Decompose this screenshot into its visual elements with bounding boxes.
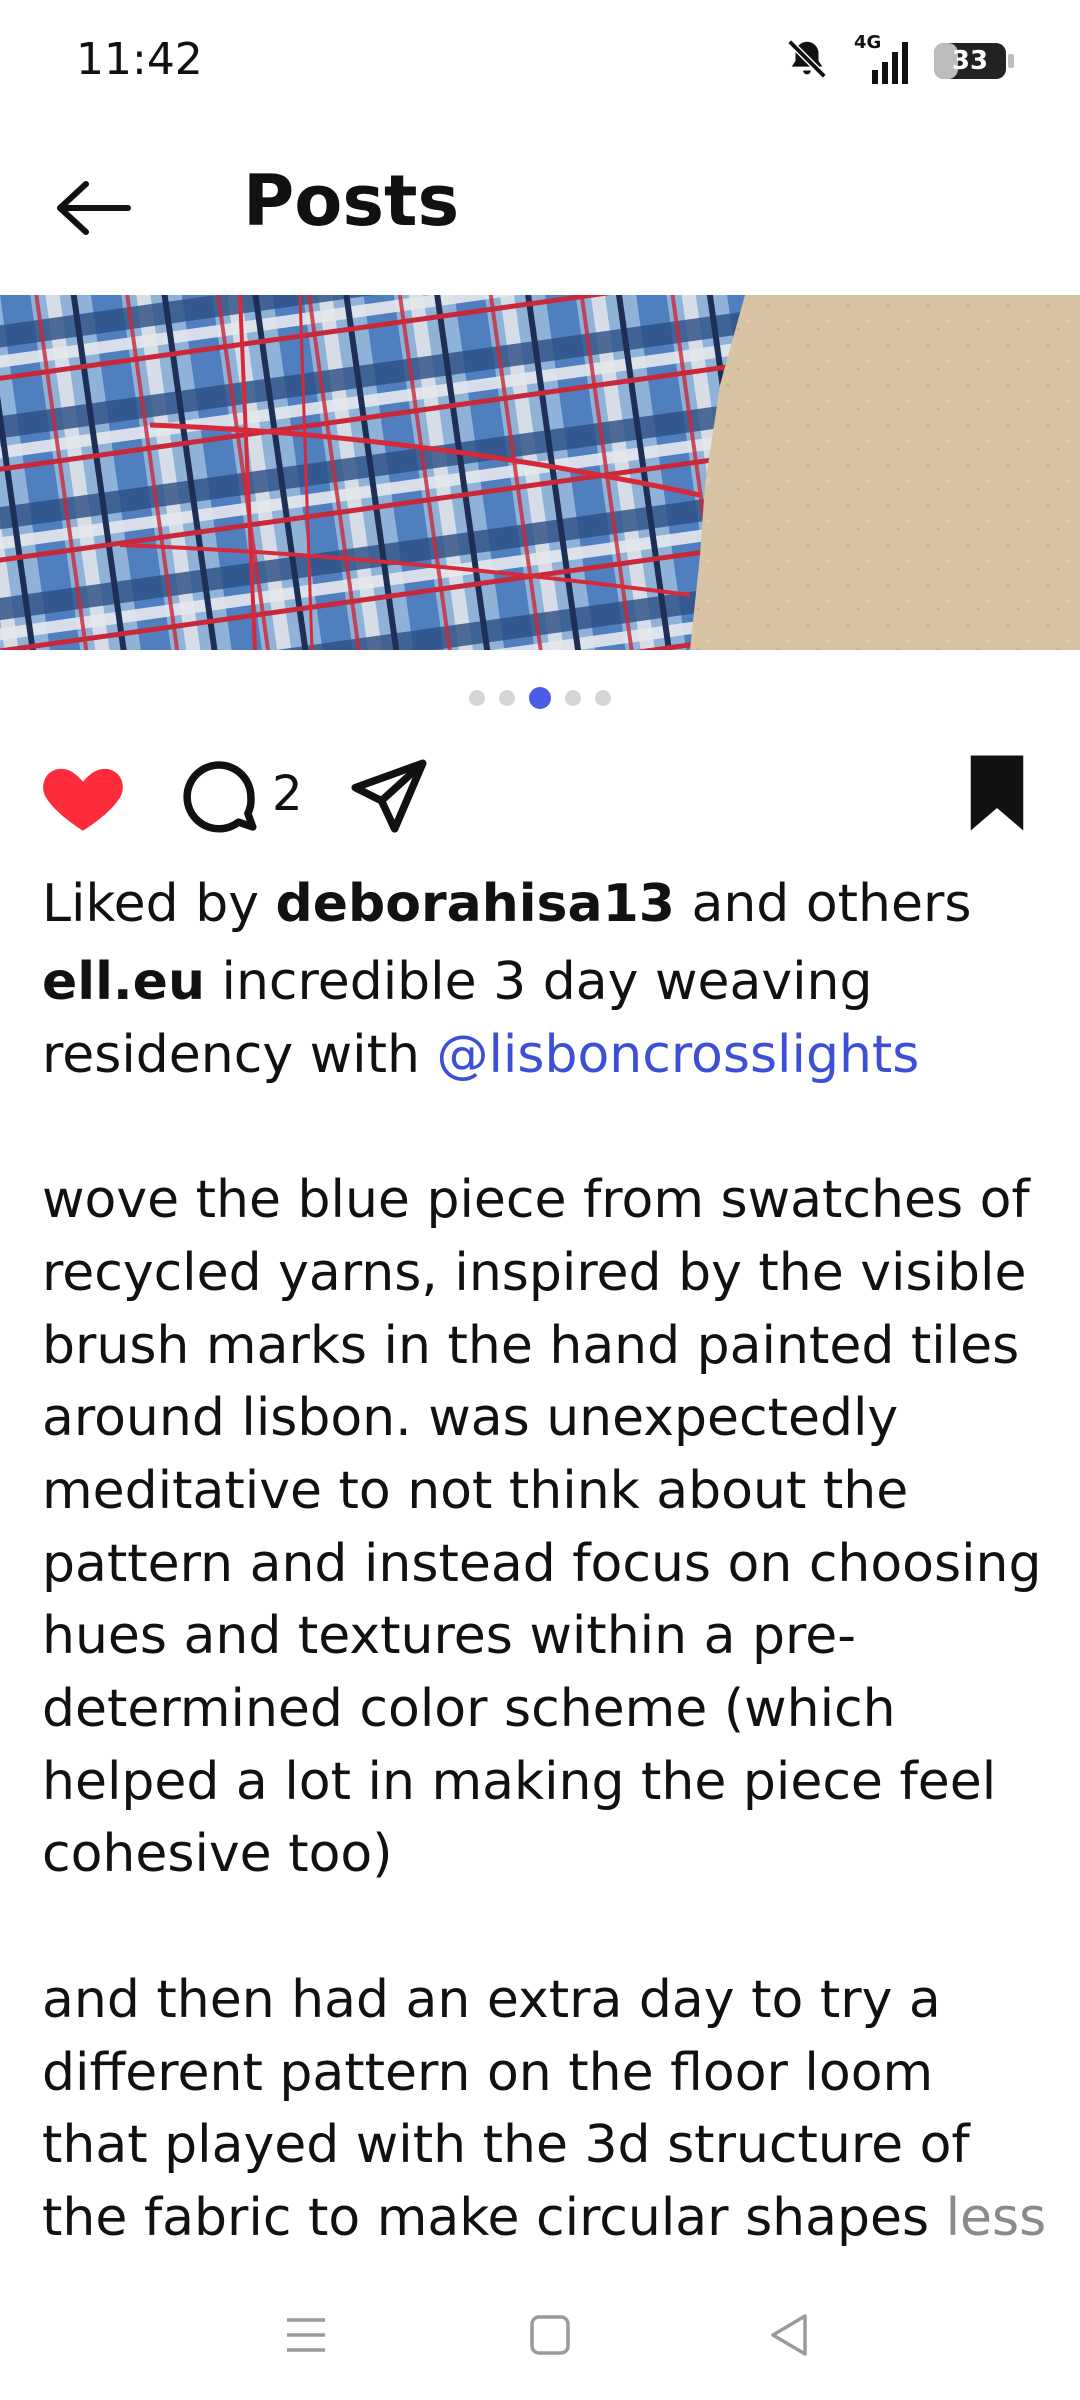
heart-filled-icon [43,768,123,831]
carousel-dot [595,690,611,706]
menu-icon [287,2318,325,2352]
liked-by-suffix: and others [674,874,972,934]
carousel-dot [499,690,515,706]
caption-text-body: wove the blue piece from swatches of rec… [42,1170,1042,2248]
woven-textile-image [0,295,1080,650]
send-icon [351,759,427,833]
status-icons: 4G 33 [784,32,1014,88]
status-time: 11:42 [76,34,203,85]
bell-muted-icon [784,36,830,86]
less-link[interactable]: less [946,2188,1047,2248]
status-bar: 11:42 4G 33 [0,0,1080,120]
system-nav-bar [0,2270,1080,2400]
triangle-back-icon [771,2314,807,2356]
carousel-dot-active [529,687,551,709]
liked-by-prefix: Liked by [42,874,276,934]
comment-icon [183,761,257,833]
battery-cap [1008,54,1014,68]
header: Posts [0,120,1080,295]
battery-level: 33 [951,46,989,76]
battery-icon: 33 [934,43,1014,79]
comment-button[interactable] [174,752,264,842]
caption-author[interactable]: ell.eu [42,952,205,1012]
arrow-left-icon [57,181,131,235]
share-button[interactable] [344,752,434,842]
home-button[interactable] [510,2300,590,2370]
carousel-indicator [0,687,1080,709]
recent-apps-button[interactable] [266,2300,346,2370]
square-home-icon [530,2315,570,2355]
action-bar: 2 [0,740,1080,850]
comment-count: 2 [272,766,303,822]
back-button[interactable] [48,168,140,248]
caption-mention[interactable]: @lisboncrosslights [436,1025,919,1085]
system-back-button[interactable] [750,2300,830,2370]
like-button[interactable] [38,752,128,842]
bookmark-filled-icon [970,755,1024,831]
signal-icon: 4G [852,32,912,86]
post-caption: ell.eu incredible 3 day weaving residenc… [42,946,1052,2255]
carousel-dot [565,690,581,706]
liked-by-text: Liked by deborahisa13 and others [42,868,971,940]
page-title: Posts [243,160,460,242]
liked-by-user[interactable]: deborahisa13 [276,874,675,934]
save-button[interactable] [952,748,1042,838]
carousel-dot [469,690,485,706]
post-image[interactable] [0,295,1080,650]
